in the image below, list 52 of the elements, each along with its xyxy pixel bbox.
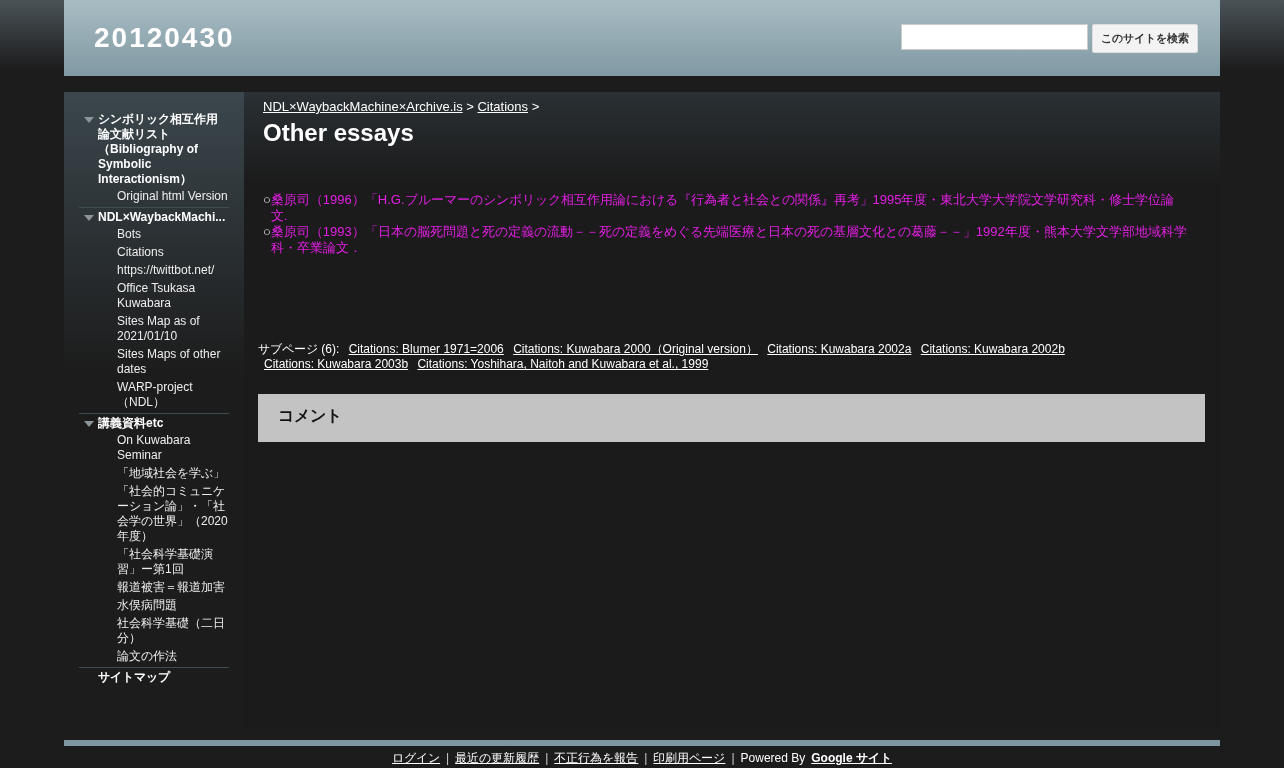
search-field[interactable]	[901, 23, 1088, 50]
bullet-mark: ○	[263, 192, 271, 209]
comments-heading: コメント	[278, 407, 342, 425]
sidebar-section-link[interactable]: 講義資料etc	[79, 416, 229, 431]
sidebar-section-link[interactable]: シンボリック相互作用論文献リスト（Bibliography of Symbolic Interactionism）	[79, 112, 229, 187]
sidebar-item[interactable]: WARP-project（NDL）	[79, 378, 229, 411]
essay-link[interactable]: 桑原司（1996）「H.G.ブルーマーのシンボリック相互作用論における『行為者と社会との関係』再考」1995年度・東北大学大学院文学研究科・修士学位論文.	[270, 192, 1190, 225]
breadcrumb-separator: >	[465, 99, 475, 114]
expanded-triangle-icon[interactable]	[84, 117, 94, 123]
sidebar-item[interactable]: 報道被害＝報道加害	[79, 578, 229, 596]
footer-link[interactable]: 印刷用ページ	[653, 751, 726, 765]
sidebar-item[interactable]: 論文の作法	[79, 647, 229, 665]
subpage-link[interactable]: Citations: Blumer 1971=2006	[348, 342, 504, 357]
sidebar-item[interactable]: Citations	[79, 243, 229, 261]
bullet-mark: ○	[263, 224, 271, 241]
essay-link[interactable]: 桑原司（1993）「日本の脳死問題と死の定義の流動－－死の定義をめぐる先端医療と日本の死の基層文化との葛藤－－」1992年度・熊本大学文学部地域科学科・卒業論文．	[270, 224, 1190, 257]
footer-separator: |	[545, 751, 549, 765]
subpage-link[interactable]: Citations: Kuwabara 2000（Original version）	[513, 342, 758, 357]
sidebar-item[interactable]: 社会科学基礎（二日分）	[79, 614, 229, 647]
sidebar-section-link[interactable]: NDL×WaybackMachi...	[79, 210, 229, 225]
sidebar-item[interactable]: 「社会的コミュニケーション論」・「社会学の世界」（2020年度）	[79, 482, 229, 545]
sidebar-item[interactable]: On Kuwabara Seminar	[79, 431, 229, 464]
footer-link[interactable]: 最近の更新履歴	[455, 751, 540, 765]
expanded-triangle-icon[interactable]	[84, 215, 94, 221]
sidebar-item[interactable]: 「社会科学基礎演習」ー第1回	[79, 545, 229, 578]
footer-separator: |	[644, 751, 648, 765]
footer-link[interactable]: ログイン	[392, 751, 441, 765]
sidebar-item[interactable]: Office Tsukasa Kuwabara	[79, 279, 229, 312]
footer-brand-link[interactable]: Google サイト	[811, 751, 892, 765]
subpage-link[interactable]: Citations: Kuwabara 2003b	[264, 357, 409, 372]
breadcrumb-link[interactable]: NDL×WaybackMachine×Archive.is	[263, 99, 463, 114]
sidebar-item[interactable]: Sites Maps of other dates	[79, 345, 229, 378]
sidebar-item[interactable]: 「地域社会を学ぶ」	[79, 464, 229, 482]
sidebar-item[interactable]: 水俣病問題	[79, 596, 229, 614]
footer-separator: |	[731, 751, 735, 765]
page-title: Other essays	[263, 118, 415, 148]
subpage-link[interactable]: Citations: Kuwabara 2002b	[920, 342, 1065, 357]
sidebar-section-link[interactable]: サイトマップ	[79, 670, 229, 685]
breadcrumb-link[interactable]: Citations	[477, 99, 529, 114]
expanded-triangle-icon[interactable]	[84, 421, 94, 427]
subpages-label: サブページ (6):	[258, 342, 340, 357]
sidebar-item[interactable]: https://twittbot.net/	[79, 261, 229, 279]
sidebar-item[interactable]: Original html Version	[79, 187, 229, 205]
search-button[interactable]: このサイトを検索	[1092, 23, 1198, 53]
powered-by-text: Powered By	[740, 751, 806, 765]
subpage-link[interactable]: Citations: Yoshihara, Naitoh and Kuwabara et al., 1999	[417, 357, 709, 372]
subpage-link[interactable]: Citations: Kuwabara 2002a	[767, 342, 912, 357]
footer-link[interactable]: 不正行為を報告	[554, 751, 639, 765]
breadcrumb-separator: >	[530, 99, 540, 114]
sidebar-item[interactable]: Bots	[79, 225, 229, 243]
footer-separator: |	[446, 751, 450, 765]
sidebar-item[interactable]: Sites Map as of 2021/01/10	[79, 312, 229, 345]
